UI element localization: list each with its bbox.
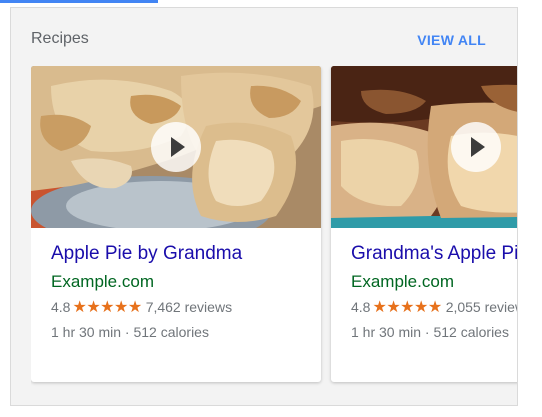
play-video-button[interactable] xyxy=(151,122,201,172)
recipe-title-link[interactable]: Apple Pie by Grandma xyxy=(51,242,321,266)
recipe-source: Example.com xyxy=(51,272,154,291)
recipe-meta: 1 hr 30 min · 512 calories xyxy=(51,324,209,340)
rating-row: 4.8★★★★★2,055 reviews xyxy=(351,298,517,317)
rating-value: 4.8 xyxy=(51,299,71,315)
recipe-card[interactable]: Grandma's Apple Pie Example.com 4.8 ★★★★★… xyxy=(331,66,517,382)
recipe-title-link[interactable]: Grandma's Apple Pie xyxy=(351,242,517,266)
review-count: 2,055 reviews xyxy=(445,299,517,315)
play-icon xyxy=(471,137,485,157)
play-icon xyxy=(171,137,185,157)
review-count: 7,462 reviews xyxy=(145,299,233,315)
recipes-panel: Recipes VIEW ALL Apple Pie by Grandma Ex… xyxy=(10,7,518,406)
recipe-carousel[interactable]: Apple Pie by Grandma Example.com 4.8 ★★★★… xyxy=(31,66,517,396)
rating-value: 4.8 xyxy=(351,299,371,315)
play-video-button[interactable] xyxy=(451,122,501,172)
top-accent-bar xyxy=(0,0,158,3)
rating-row: 4.8 ★★★★★ 7,462 reviews xyxy=(51,298,321,317)
recipe-thumbnail[interactable] xyxy=(331,66,517,228)
recipe-card-body: Grandma's Apple Pie Example.com 4.8 ★★★★★… xyxy=(351,242,517,341)
section-heading: Recipes xyxy=(31,30,89,47)
view-all-link[interactable]: VIEW ALL xyxy=(417,32,486,48)
recipe-card[interactable]: Apple Pie by Grandma Example.com 4.8 ★★★★… xyxy=(31,66,321,382)
recipe-card-body: Apple Pie by Grandma Example.com 4.8 ★★★★… xyxy=(51,242,321,341)
recipe-thumbnail[interactable] xyxy=(31,66,321,228)
star-rating-icon: ★★★★★ xyxy=(372,299,442,316)
star-rating-icon: ★★★★★ xyxy=(72,299,142,316)
recipe-source: Example.com xyxy=(351,272,454,291)
recipe-meta: 1 hr 30 min · 512 calories xyxy=(351,324,509,340)
